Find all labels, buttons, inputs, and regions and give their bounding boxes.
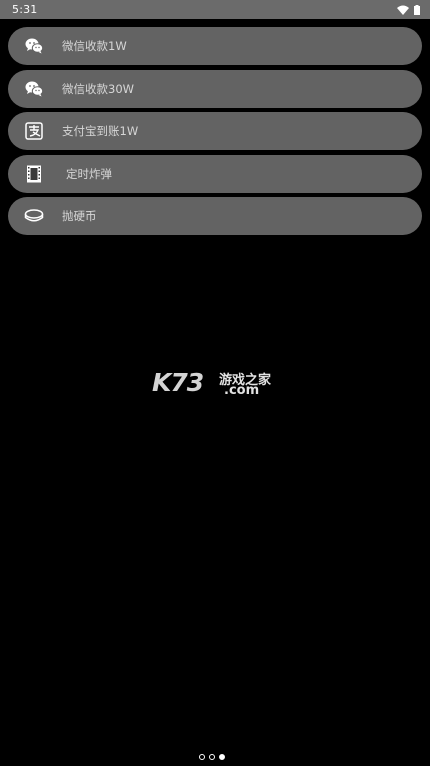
page-dot[interactable]	[209, 754, 215, 760]
wechat-icon	[24, 36, 44, 56]
menu-item-alipay-1w[interactable]: 支付宝到账1W	[8, 112, 422, 150]
menu-item-wechat-1w[interactable]: 微信收款1W	[8, 27, 422, 65]
menu-item-wechat-30w[interactable]: 微信收款30W	[8, 69, 422, 108]
status-icons	[397, 4, 420, 15]
page-dot-active[interactable]	[219, 754, 225, 760]
status-time: 5:31	[12, 3, 38, 16]
battery-icon	[414, 4, 420, 15]
menu-list: 微信收款1W 微信收款30W 支付宝到账1W 定时炸弹 抛硬币	[8, 27, 422, 240]
status-bar: 5:31	[0, 0, 430, 19]
menu-item-label: 支付宝到账1W	[62, 124, 139, 138]
menu-item-time-bomb[interactable]: 定时炸弹	[8, 154, 422, 193]
menu-item-label: 定时炸弹	[66, 166, 112, 181]
watermark-brand: K73	[152, 368, 204, 397]
page-indicator	[199, 754, 225, 760]
menu-item-label: 抛硬币	[62, 209, 97, 223]
menu-item-label: 微信收款1W	[62, 39, 127, 53]
watermark-domain: .com	[224, 383, 260, 398]
wifi-icon	[397, 5, 409, 15]
page-dot[interactable]	[199, 754, 205, 760]
coin-icon	[24, 206, 44, 226]
menu-item-coin-flip[interactable]: 抛硬币	[8, 197, 422, 235]
menu-item-label: 微信收款30W	[62, 81, 135, 96]
alipay-icon	[24, 121, 44, 141]
film-strip-icon	[24, 164, 44, 184]
watermark-logo: K73 游戏之家 .com	[152, 366, 292, 400]
wechat-icon	[24, 79, 44, 99]
